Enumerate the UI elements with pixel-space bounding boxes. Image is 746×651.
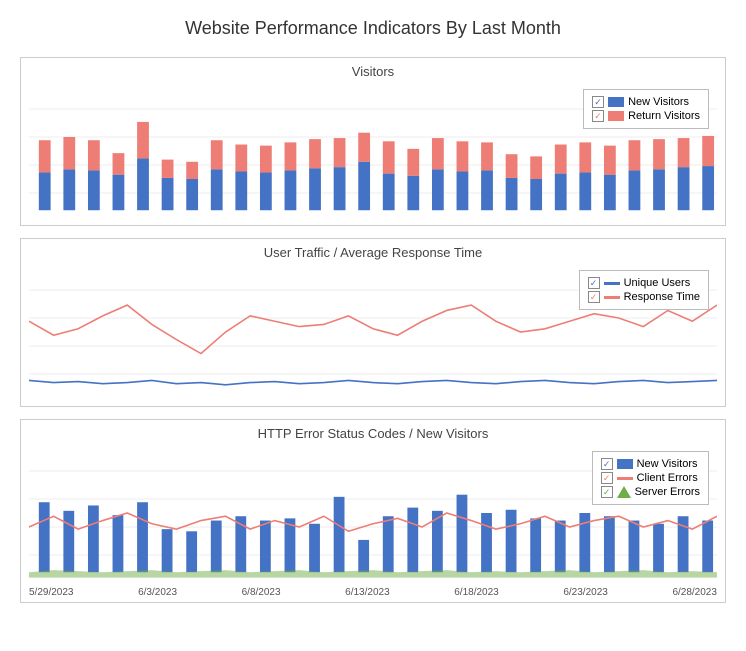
legend-client-errors: ✓ Client Errors bbox=[601, 472, 700, 484]
legend-color-return bbox=[608, 111, 624, 121]
x-label-5: 6/23/2023 bbox=[563, 587, 608, 598]
x-label-2: 6/8/2023 bbox=[242, 587, 281, 598]
page-title: Website Performance Indicators By Last M… bbox=[0, 0, 746, 49]
legend-label-response: Response Time bbox=[624, 291, 700, 303]
visitors-chart-area: ✓ New Visitors ✓ Return Visitors bbox=[29, 81, 717, 221]
legend-checkbox-ce: ✓ bbox=[601, 472, 613, 484]
legend-return-visitors: ✓ Return Visitors bbox=[592, 110, 700, 122]
legend-triangle-se bbox=[617, 486, 631, 498]
legend-line-ce bbox=[617, 477, 633, 480]
legend-checkbox-response: ✓ bbox=[588, 291, 600, 303]
legend-label-ce: Client Errors bbox=[637, 472, 698, 484]
x-label-1: 6/3/2023 bbox=[138, 587, 177, 598]
errors-chart-area: ✓ New Visitors ✓ Client Errors ✓ Server … bbox=[29, 443, 717, 583]
errors-chart-title: HTTP Error Status Codes / New Visitors bbox=[21, 420, 725, 443]
x-label-4: 6/18/2023 bbox=[454, 587, 499, 598]
legend-label-return: Return Visitors bbox=[628, 110, 700, 122]
legend-label-unique: Unique Users bbox=[624, 277, 691, 289]
legend-label-se: Server Errors bbox=[635, 486, 700, 498]
traffic-chart: User Traffic / Average Response Time ✓ U… bbox=[20, 238, 726, 407]
legend-unique-users: ✓ Unique Users bbox=[588, 277, 700, 289]
visitors-chart-title: Visitors bbox=[21, 58, 725, 81]
legend-new-visitors: ✓ New Visitors bbox=[592, 96, 700, 108]
x-label-0: 5/29/2023 bbox=[29, 587, 74, 598]
traffic-chart-area: ✓ Unique Users ✓ Response Time bbox=[29, 262, 717, 402]
legend-color-nv-e bbox=[617, 459, 633, 469]
legend-server-errors: ✓ Server Errors bbox=[601, 486, 700, 498]
legend-label-nv-e: New Visitors bbox=[637, 458, 698, 470]
legend-color-new bbox=[608, 97, 624, 107]
x-axis-labels: 5/29/2023 6/3/2023 6/8/2023 6/13/2023 6/… bbox=[21, 587, 725, 602]
traffic-legend: ✓ Unique Users ✓ Response Time bbox=[579, 270, 709, 310]
legend-line-response bbox=[604, 296, 620, 299]
legend-new-visitors-e: ✓ New Visitors bbox=[601, 458, 700, 470]
legend-checkbox-nv-e: ✓ bbox=[601, 458, 613, 470]
legend-label-new: New Visitors bbox=[628, 96, 689, 108]
legend-checkbox-unique: ✓ bbox=[588, 277, 600, 289]
visitors-legend: ✓ New Visitors ✓ Return Visitors bbox=[583, 89, 709, 129]
legend-checkbox-se: ✓ bbox=[601, 486, 613, 498]
errors-legend: ✓ New Visitors ✓ Client Errors ✓ Server … bbox=[592, 451, 709, 505]
legend-checkbox-new: ✓ bbox=[592, 96, 604, 108]
legend-response-time: ✓ Response Time bbox=[588, 291, 700, 303]
legend-line-unique bbox=[604, 282, 620, 285]
errors-chart: HTTP Error Status Codes / New Visitors bbox=[20, 419, 726, 603]
x-label-3: 6/13/2023 bbox=[345, 587, 390, 598]
visitors-chart: Visitors bbox=[20, 57, 726, 226]
x-label-6: 6/28/2023 bbox=[672, 587, 717, 598]
legend-checkbox-return: ✓ bbox=[592, 110, 604, 122]
traffic-chart-title: User Traffic / Average Response Time bbox=[21, 239, 725, 262]
